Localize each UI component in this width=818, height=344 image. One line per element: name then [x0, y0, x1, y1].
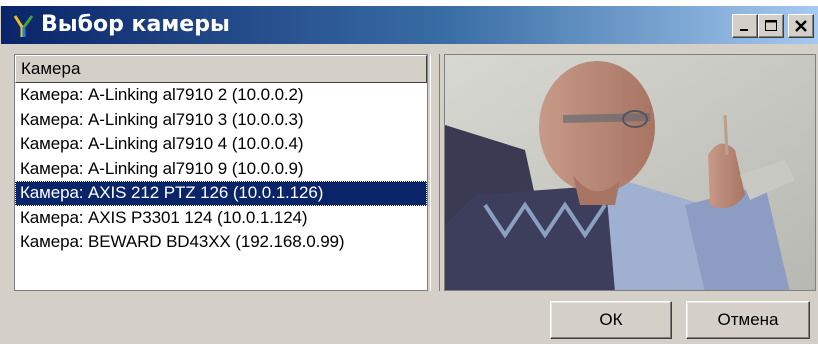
- close-icon: [795, 20, 807, 32]
- list-item[interactable]: Камера: A-Linking al7910 3 (10.0.0.3): [15, 108, 427, 133]
- maximize-button[interactable]: [758, 14, 784, 38]
- list-item[interactable]: Камера: BEWARD BD43XX (192.168.0.99): [15, 230, 427, 255]
- list-item[interactable]: Камера: A-Linking al7910 9 (10.0.0.9): [15, 157, 427, 182]
- window-title: Выбор камеры: [41, 12, 230, 37]
- list-item-selected[interactable]: Камера: AXIS 212 PTZ 126 (10.0.1.126): [15, 181, 427, 206]
- column-header-camera[interactable]: Камера: [15, 55, 427, 83]
- cancel-button[interactable]: Отмена: [686, 301, 810, 339]
- close-button[interactable]: [788, 14, 814, 38]
- camera-select-dialog: Выбор камеры Камера Камера: A-Linking al…: [0, 6, 818, 344]
- camera-preview: [444, 54, 816, 291]
- camera-preview-image: [445, 55, 815, 290]
- splitter-handle[interactable]: [430, 54, 440, 291]
- maximize-icon: [765, 20, 777, 31]
- camera-list[interactable]: Камера Камера: A-Linking al7910 2 (10.0.…: [14, 54, 428, 291]
- title-bar[interactable]: Выбор камеры: [1, 6, 818, 44]
- ok-button[interactable]: ОК: [550, 301, 672, 339]
- list-item[interactable]: Камера: A-Linking al7910 2 (10.0.0.2): [15, 83, 427, 108]
- minimize-button[interactable]: [732, 14, 758, 38]
- app-icon: [13, 15, 34, 37]
- list-item[interactable]: Камера: A-Linking al7910 4 (10.0.0.4): [15, 132, 427, 157]
- list-item[interactable]: Камера: AXIS P3301 124 (10.0.1.124): [15, 206, 427, 231]
- minimize-icon: [740, 29, 748, 31]
